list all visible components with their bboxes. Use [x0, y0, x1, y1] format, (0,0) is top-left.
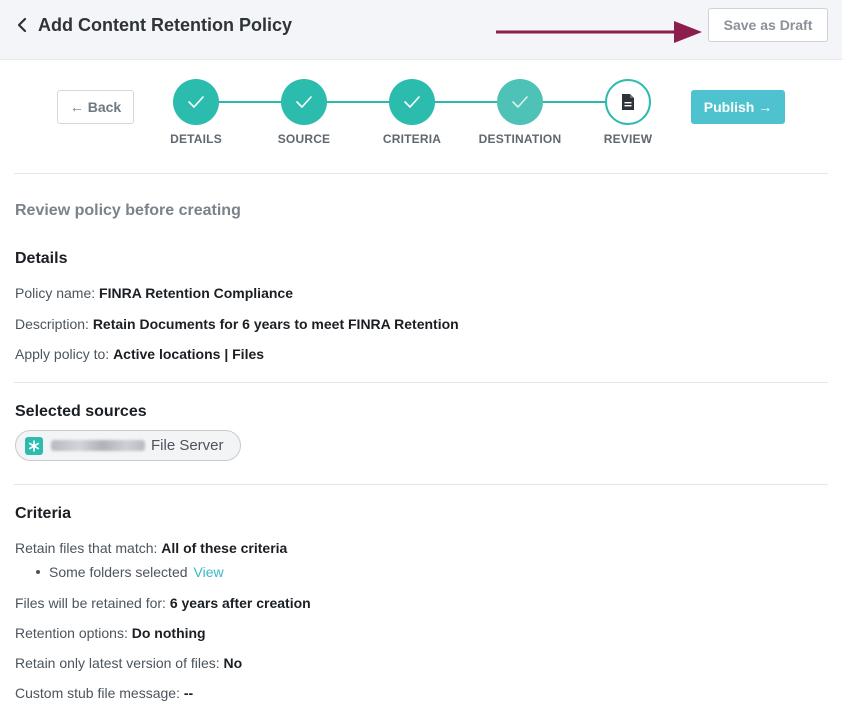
check-icon: [404, 96, 420, 108]
save-as-draft-button[interactable]: Save as Draft: [708, 8, 828, 42]
page-title: Add Content Retention Policy: [38, 15, 292, 35]
sources-section-title: Selected sources: [15, 403, 147, 420]
asterisk-icon: [25, 436, 43, 455]
stub-message-value: --: [183, 685, 194, 701]
retention-options-row: Retention options: Do nothing: [15, 625, 206, 641]
policy-name-value: FINRA Retention Compliance: [99, 285, 293, 301]
review-subtitle: Review policy before creating: [15, 202, 241, 219]
policy-name-label: Policy name:: [15, 285, 96, 301]
description-row: Description: Retain Documents for 6 year…: [15, 316, 459, 332]
description-value: Retain Documents for 6 years to meet FIN…: [92, 316, 459, 332]
back-button[interactable]: ← Back: [57, 90, 134, 124]
page-header: Add Content Retention Policy Save as Dra…: [0, 0, 842, 60]
retention-options-value: Do nothing: [131, 625, 206, 641]
latest-version-row: Retain only latest version of files: No: [15, 655, 242, 671]
document-icon: [622, 94, 634, 110]
match-row: Retain files that match: All of these cr…: [15, 540, 287, 556]
check-icon: [296, 96, 312, 108]
check-icon: [512, 96, 528, 108]
policy-name-row: Policy name: FINRA Retention Compliance: [15, 285, 293, 301]
step-label-source: SOURCE: [277, 132, 331, 146]
check-icon: [188, 96, 204, 108]
stub-message-label: Custom stub file message:: [15, 685, 180, 701]
retention-options-label: Retention options:: [15, 625, 128, 641]
bullet-text: Some folders selected: [49, 564, 188, 580]
step-label-review: REVIEW: [603, 132, 653, 146]
annotation-arrow-icon: [496, 21, 702, 43]
retained-for-row: Files will be retained for: 6 years afte…: [15, 595, 311, 611]
source-name: File Server: [151, 437, 224, 454]
stub-message-row: Custom stub file message: --: [15, 685, 193, 701]
retained-for-label: Files will be retained for:: [15, 595, 166, 611]
back-chevron-icon[interactable]: [15, 14, 33, 36]
criteria-bullet: Some folders selected View: [36, 564, 224, 580]
source-chip[interactable]: File Server: [15, 430, 241, 461]
match-label: Retain files that match:: [15, 540, 158, 556]
divider: [14, 484, 828, 485]
redacted-server-name: [51, 440, 145, 451]
criteria-section-title: Criteria: [15, 505, 72, 522]
details-section-title: Details: [15, 250, 68, 267]
latest-version-value: No: [223, 655, 243, 671]
step-criteria-circle[interactable]: [389, 79, 435, 125]
step-label-criteria: CRITERIA: [382, 132, 442, 146]
step-source-circle[interactable]: [281, 79, 327, 125]
divider: [14, 382, 828, 383]
description-label: Description:: [15, 316, 89, 332]
match-value: All of these criteria: [161, 540, 288, 556]
step-details-circle[interactable]: [173, 79, 219, 125]
view-folders-link[interactable]: View: [194, 564, 224, 580]
apply-policy-value: Active locations | Files: [113, 346, 265, 362]
apply-policy-label: Apply policy to:: [15, 346, 110, 362]
step-review-circle[interactable]: [605, 79, 651, 125]
retained-for-value: 6 years after creation: [169, 595, 311, 611]
apply-policy-row: Apply policy to: Active locations | File…: [15, 346, 264, 362]
bullet-dot: [36, 570, 40, 575]
divider: [14, 173, 828, 174]
step-label-details: DETAILS: [170, 132, 222, 146]
publish-button[interactable]: Publish →: [691, 90, 785, 124]
step-label-destination: DESTINATION: [478, 132, 562, 146]
step-destination-circle[interactable]: [497, 79, 543, 125]
latest-version-label: Retain only latest version of files:: [15, 655, 220, 671]
